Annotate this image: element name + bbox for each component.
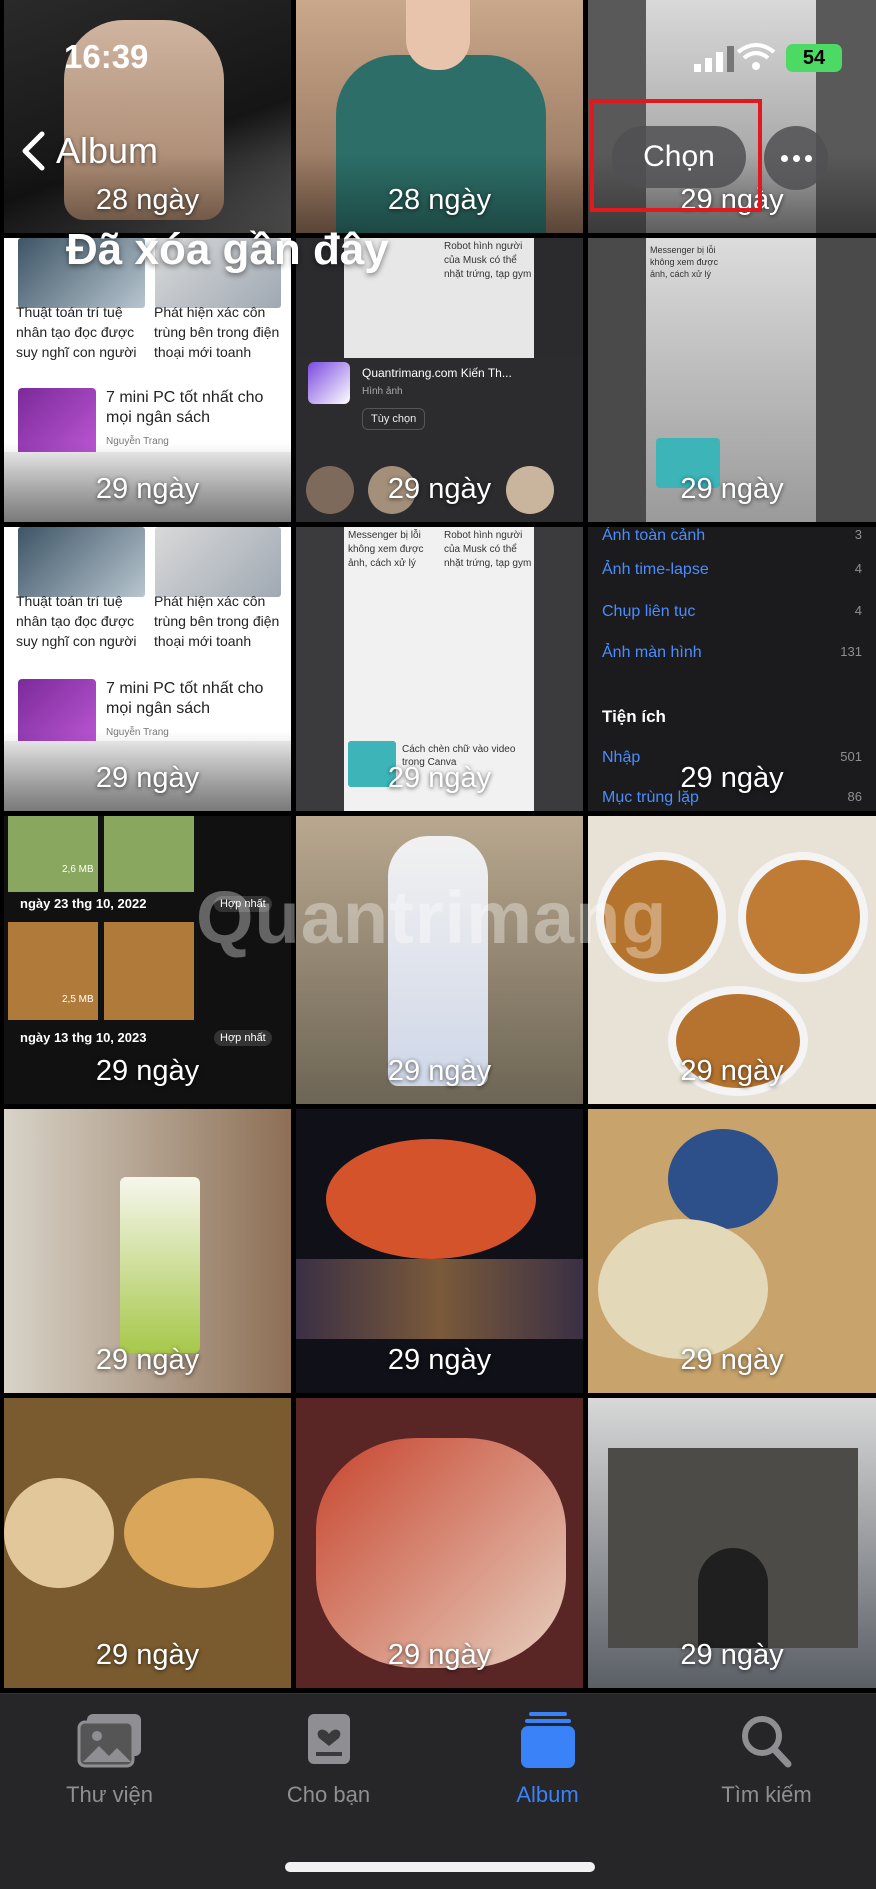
- days-left-label: 29 ngày: [95, 473, 200, 505]
- article-title: 7 mini PC tốt nhất cho mọi ngân sách: [106, 680, 264, 717]
- photo-cell[interactable]: 29 ngày: [296, 1398, 583, 1688]
- article-title: Thuật toán trí tuệ nhân tạo đọc được suy…: [16, 304, 137, 360]
- album-icon: [515, 1712, 581, 1768]
- tab-label: Tìm kiếm: [721, 1782, 812, 1807]
- size-label: 2,5 MB: [62, 994, 94, 1005]
- date-label: ngày 23 thg 10, 2022: [20, 896, 147, 911]
- days-left-label: 29 ngày: [387, 1639, 492, 1671]
- photo-cell[interactable]: 29 ngày: [296, 816, 583, 1104]
- tab-bar: Thư viện Cho bạn Album Tìm kiếm: [0, 1693, 876, 1889]
- for-you-icon: [296, 1712, 362, 1768]
- days-left-label: 29 ngày: [680, 1344, 784, 1376]
- album-menu-item: Ảnh time-lapse 4: [602, 561, 862, 578]
- days-left-label: 29 ngày: [680, 473, 784, 505]
- days-left-label: 29 ngày: [95, 1344, 200, 1376]
- watermark-text: Quantrimang: [196, 876, 668, 959]
- days-left-label: 29 ngày: [387, 1055, 492, 1087]
- back-button[interactable]: Album: [20, 130, 158, 172]
- tab-label: Cho bạn: [286, 1782, 371, 1807]
- photo-library-icon: [77, 1712, 143, 1768]
- days-left-label: 29 ngày: [387, 762, 492, 794]
- annotation-highlight-box: [590, 99, 762, 212]
- tab-label: Thư viện: [66, 1782, 153, 1807]
- photo-cell[interactable]: Thuật toán trí tuệ nhân tạo đọc được suy…: [4, 527, 291, 811]
- article-title: Robot hình người của Musk có thể nhặt tr…: [444, 241, 532, 280]
- article-title: Robot hình người của Musk có thể nhặt tr…: [444, 530, 532, 569]
- days-left-label: 29 ngày: [387, 473, 492, 505]
- chevron-left-icon: [20, 131, 46, 171]
- notification-options-button[interactable]: Tùy chọn: [362, 408, 426, 430]
- photo-cell[interactable]: 29 ngày: [588, 816, 876, 1104]
- days-left-label: 29 ngày: [680, 1055, 784, 1087]
- photo-cell[interactable]: 29 ngày: [4, 1109, 291, 1393]
- notification-title: Quantrimang.com Kiến Th...: [362, 366, 512, 380]
- photo-cell[interactable]: Ảnh toàn cảnh 3 Ảnh time-lapse 4 Chụp liên…: [588, 527, 876, 811]
- tab-label: Album: [516, 1782, 579, 1807]
- article-title: 7 mini PC tốt nhất cho mọi ngân sách: [106, 389, 264, 426]
- photo-cell[interactable]: 29 ngày: [4, 1398, 291, 1688]
- photo-cell[interactable]: Messenger bị lỗi không xem được ảnh, các…: [588, 238, 876, 522]
- back-label: Album: [56, 130, 159, 171]
- photo-cell[interactable]: 29 ngày: [588, 1398, 876, 1688]
- days-left-label: 29 ngày: [680, 762, 784, 794]
- photo-cell[interactable]: 2,6 MB ngày 23 thg 10, 2022 Hợp nhất 2,5…: [4, 816, 291, 1104]
- days-left-label: 29 ngày: [387, 1344, 492, 1376]
- album-menu-section: Tiện ích: [602, 707, 666, 726]
- days-left-label: 29 ngày: [95, 1639, 200, 1671]
- battery-indicator: 54: [786, 44, 842, 72]
- article-title: Phát hiện xác côn trùng bên trong điện t…: [154, 593, 280, 649]
- tab-library[interactable]: Thư viện: [0, 1712, 219, 1808]
- photo-cell[interactable]: Robot hình người của Musk có thể nhặt tr…: [296, 238, 583, 522]
- page-title: Đã xóa gần đây: [66, 225, 389, 274]
- clock: 16:39: [64, 38, 149, 75]
- tab-for-you[interactable]: Cho bạn: [219, 1712, 438, 1808]
- size-label: 2,6 MB: [62, 864, 94, 875]
- signal-icon: [692, 46, 738, 72]
- days-left-label: 28 ngày: [95, 184, 200, 216]
- photo-cell[interactable]: Messenger bị lỗi không xem được ảnh, các…: [296, 527, 583, 811]
- album-menu-item: Ảnh toàn cảnh 3: [602, 527, 862, 544]
- article-title: Thuật toán trí tuệ nhân tạo đọc được suy…: [16, 593, 137, 649]
- photo-cell[interactable]: 29 ngày: [588, 1109, 876, 1393]
- days-left-label: 29 ngày: [680, 1639, 784, 1671]
- article-title: Phát hiện xác côn trùng bên trong điện t…: [154, 304, 280, 360]
- article-title: Messenger bị lỗi không xem được ảnh, các…: [348, 530, 424, 569]
- home-indicator: [285, 1862, 595, 1872]
- merge-button[interactable]: Hợp nhất: [214, 1030, 272, 1046]
- notification-subtitle: Hình ảnh: [362, 386, 403, 397]
- tab-album[interactable]: Album: [438, 1712, 657, 1808]
- album-menu-item: Chụp liên tục 4: [602, 603, 862, 620]
- article-title: Messenger bị lỗi không xem được ảnh, các…: [650, 245, 718, 279]
- date-label: ngày 13 thg 10, 2023: [20, 1030, 147, 1045]
- wifi-icon: [736, 42, 776, 72]
- days-left-label: 28 ngày: [387, 184, 492, 216]
- album-menu-item: Ảnh màn hình 131: [602, 644, 862, 661]
- search-icon: [734, 1712, 800, 1768]
- photo-cell[interactable]: 29 ngày: [296, 1109, 583, 1393]
- days-left-label: 29 ngày: [95, 762, 200, 794]
- ellipsis-icon: [780, 154, 788, 162]
- days-left-label: 29 ngày: [95, 1055, 200, 1087]
- more-options-button[interactable]: [764, 126, 828, 190]
- tab-search[interactable]: Tìm kiếm: [657, 1712, 876, 1808]
- photo-cell[interactable]: Thuật toán trí tuệ nhân tạo đọc được suy…: [4, 238, 291, 522]
- status-bar: 16:39 54: [0, 0, 876, 110]
